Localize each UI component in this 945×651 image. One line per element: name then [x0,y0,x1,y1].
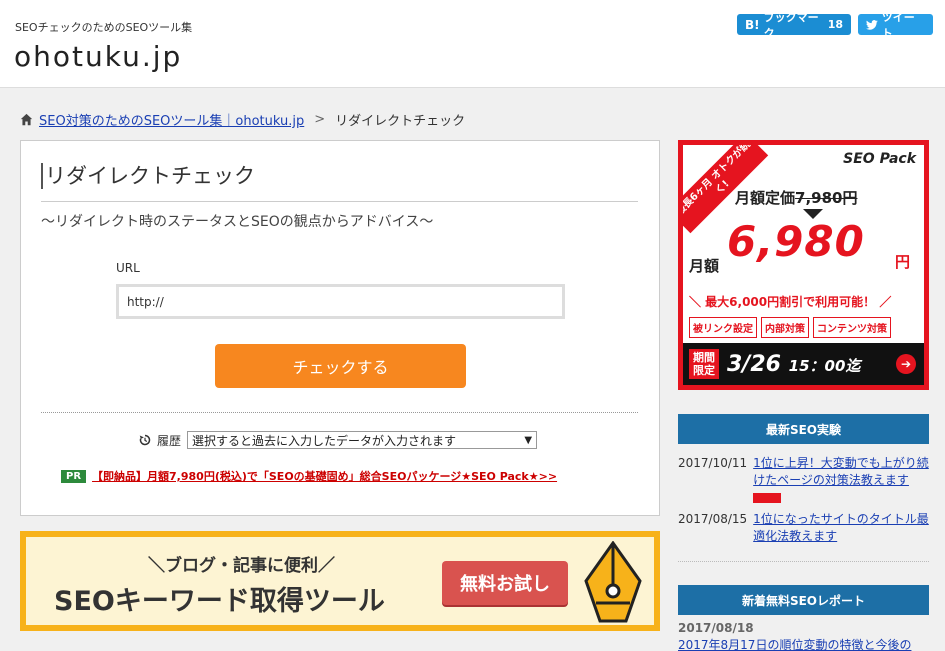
new-badge [753,492,782,503]
news-link[interactable]: 1位になったサイトのタイトル最適化法教えます [753,511,938,545]
breadcrumb: SEO対策のためのSEOツール集｜ohotuku.jp > リダイレクトチェック [20,110,465,129]
free-reports-heading: 新着無料SEOレポート [678,585,929,615]
history-select-value: 選択すると過去に入力したデータが入力されます [192,433,457,448]
ad-price: 6,980 [727,217,865,266]
keyword-tool-banner-inner: ＼ブログ・記事に便利／ SEOキーワード取得ツール 無料お試し [26,537,654,625]
site-header: SEOチェックのためのSEOツール集 ohotuku.jp B! ブックマーク … [0,0,945,88]
news-entry: 1位に上昇！大変動でも上がり続けたページの対策法教えます [753,455,938,506]
news-link[interactable]: 1位に上昇！大変動でも上がり続けたページの対策法教えます [753,456,929,487]
ad-tag: 内部対策 [761,317,809,338]
breadcrumb-current: リダイレクトチェック [335,114,466,129]
pr-badge: PR [61,469,87,483]
home-icon [20,113,33,126]
news-date: 2017/10/11 [678,456,748,470]
ad-monthly-label: 月額 [689,257,720,275]
keyword-tool-banner[interactable]: ＼ブログ・記事に便利／ SEOキーワード取得ツール 無料お試し [20,531,660,631]
ad-regular-prefix: 月額定価 [735,189,796,207]
fountain-pen-icon [584,541,642,623]
title-divider [41,201,638,202]
hatena-label: ブックマーク [763,10,819,40]
ad-brand: SEO Pack [843,151,916,167]
list-item: 2017/08/15 1位になったサイトのタイトル最適化法教えます [678,511,938,545]
history-select[interactable]: 選択すると過去に入力したデータが入力されます ▼ [187,431,538,449]
seo-pack-ad-inner: 最長6ヶ月 オトクが続く! SEO Pack 月額定価7,980円 月額 6,9… [683,145,924,385]
report-link[interactable]: 2017年8月17日の順位変動の特徴と今後の [678,636,911,651]
ad-yen: 円 [895,253,911,271]
history-label: 履歴 [157,433,182,448]
pr-row: PR 【即納品】月額7,980円(税込)で「SEOの基礎固め」総合SEOパッケー… [61,468,557,484]
pr-link[interactable]: 【即納品】月額7,980円(税込)で「SEOの基礎固め」総合SEOパッケージ★S… [92,468,557,484]
ad-regular-value: 7,980円 [795,189,858,207]
latest-experiments-list: 2017/10/11 1位に上昇！大変動でも上がり続けたページの対策法教えます … [678,450,938,545]
history-icon [139,434,151,446]
section-divider [41,412,638,413]
seo-pack-ad[interactable]: 最長6ヶ月 オトクが続く! SEO Pack 月額定価7,980円 月額 6,9… [678,140,929,390]
site-tagline: SEOチェックのためのSEOツール集 [15,21,193,34]
page-title: リダイレクトチェック [41,163,638,189]
tweet-label: ツイート [881,10,915,40]
list-divider [678,561,929,567]
tool-card: リダイレクトチェック ～リダイレクト時のステータスとSEOの観点からアドバイス～… [20,140,660,516]
url-label: URL [116,261,140,275]
tweet-button[interactable]: ツイート [858,11,933,40]
banner-title: SEOキーワード取得ツール [54,586,385,617]
list-item: 2017/10/11 1位に上昇！大変動でも上がり続けたページの対策法教えます [678,455,938,506]
ad-tag: コンテンツ対策 [813,317,891,338]
hatena-icon: B! [745,17,760,32]
news-date: 2017/08/15 [678,512,748,526]
ad-deadline-time: 15：00迄 [788,356,861,375]
ad-tag: 被リンク設定 [689,317,757,338]
ad-tags: 被リンク設定 内部対策 コンテンツ対策 [689,317,891,338]
check-button[interactable]: チェックする [215,344,466,388]
banner-subtitle: ＼ブログ・記事に便利／ [148,556,335,576]
report-date: 2017/08/18 [678,621,754,635]
site-logo[interactable]: ohotuku.jp [14,40,182,73]
hatena-bookmark-button[interactable]: B! ブックマーク 18 [737,11,851,40]
chevron-down-icon: ▼ [524,434,533,446]
ad-footer: 期間限定 3/26 15：00迄 ➔ [683,343,924,385]
ad-discount: ＼ 最大6,000円割引で利用可能！ ／ [689,295,892,309]
history-row: 履歴 選択すると過去に入力したデータが入力されます ▼ [139,431,538,449]
page-subtitle: ～リダイレクト時のステータスとSEOの観点からアドバイス～ [41,214,434,230]
free-trial-button[interactable]: 無料お試し [442,561,568,605]
twitter-bird-icon [866,19,878,30]
breadcrumb-home-link[interactable]: SEO対策のためのSEOツール集｜ohotuku.jp [39,110,304,129]
hatena-count: 18 [827,18,843,31]
url-input[interactable] [116,284,565,319]
latest-experiments-heading: 最新SEO実験 [678,414,929,444]
breadcrumb-separator: > [314,112,326,127]
ad-limited-badge: 期間限定 [689,349,719,379]
ad-regular-price: 月額定価7,980円 [735,187,857,208]
arrow-right-icon: ➔ [896,354,916,374]
ad-deadline: 3/26 15：00迄 [727,352,860,377]
ad-deadline-date: 3/26 [727,351,781,377]
